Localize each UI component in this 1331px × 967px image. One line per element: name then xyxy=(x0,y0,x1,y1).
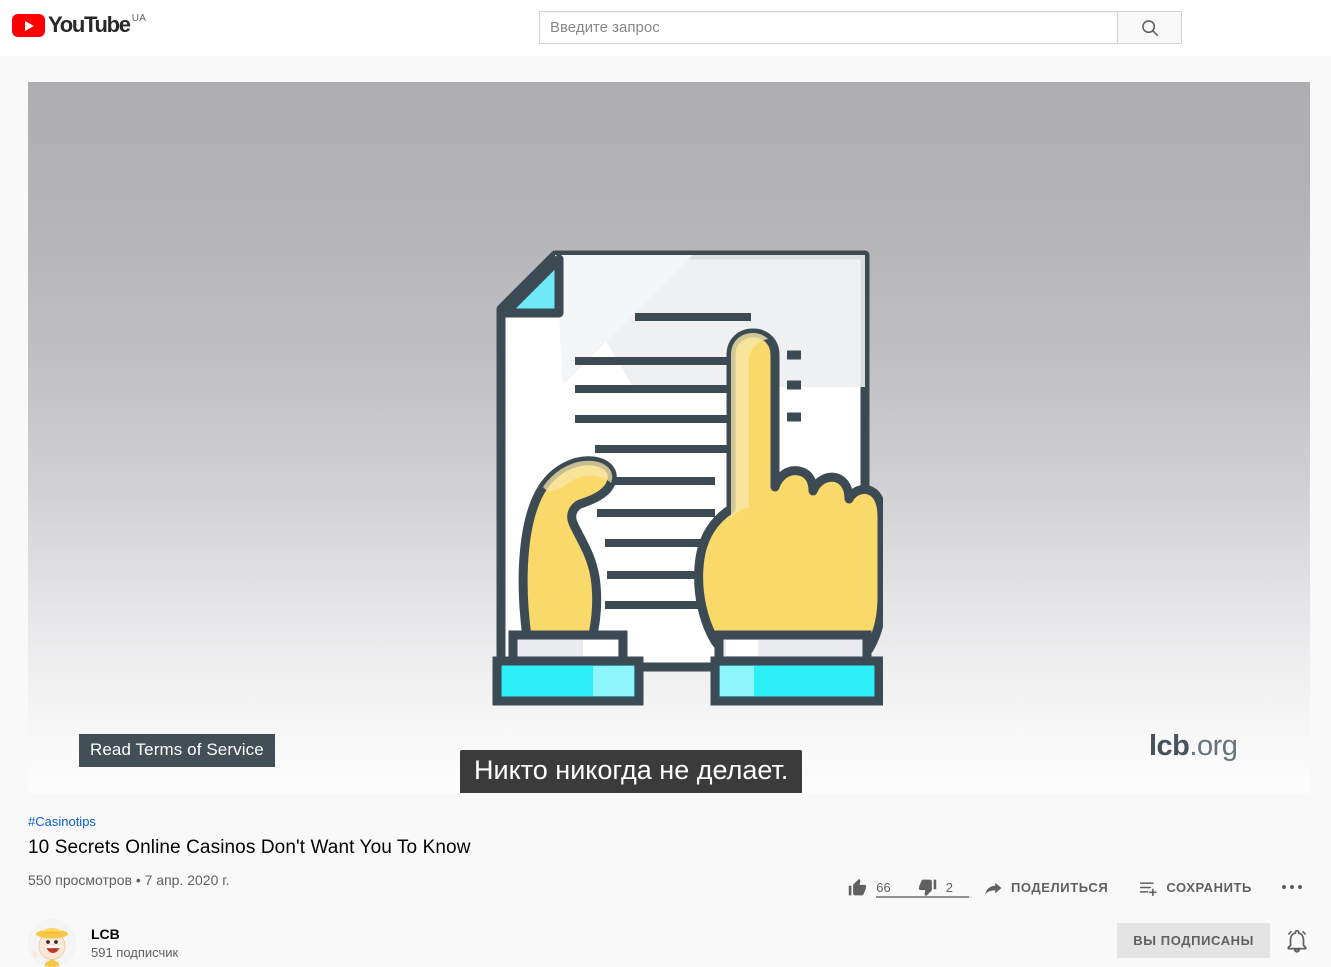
masthead: YouTube UA xyxy=(0,0,1331,56)
save-label: СОХРАНИТЬ xyxy=(1166,879,1252,895)
search-button[interactable] xyxy=(1117,11,1182,44)
share-button[interactable]: ПОДЕЛИТЬСЯ xyxy=(983,868,1108,906)
search-input[interactable] xyxy=(539,11,1117,44)
video-action-buttons: 66 2 ПОДЕЛИТЬСЯ СОХРАНИТЬ xyxy=(847,868,1310,906)
like-button[interactable]: 66 xyxy=(847,868,891,906)
video-illustration xyxy=(483,237,887,717)
avatar-icon xyxy=(28,918,76,967)
video-meta-row: 550 просмотров • 7 апр. 2020 г. 66 2 ПОД… xyxy=(28,872,1310,906)
video-caption-overlay: Read Terms of Service xyxy=(79,734,275,767)
save-button[interactable]: СОХРАНИТЬ xyxy=(1138,868,1252,906)
video-title: 10 Secrets Online Casinos Don't Want You… xyxy=(28,837,471,858)
more-actions-button[interactable] xyxy=(1274,868,1310,906)
dislike-button[interactable]: 2 xyxy=(917,868,953,906)
subscribed-button[interactable]: ВЫ ПОДПИСАНЫ xyxy=(1117,923,1270,958)
like-count: 66 xyxy=(876,879,891,895)
subtitle-caption: Никто никогда не делает. xyxy=(460,750,803,793)
thumbs-up-icon xyxy=(848,878,867,895)
like-ratio-fill xyxy=(876,896,970,898)
youtube-wordmark: YouTube xyxy=(48,12,131,37)
search-icon xyxy=(1141,19,1158,36)
video-info-section: #Casinotips 10 Secrets Online Casinos Do… xyxy=(28,813,1310,906)
channel-avatar[interactable] xyxy=(28,918,76,967)
watermark-tld: .org xyxy=(1189,730,1238,762)
lcb-watermark: lcb.org xyxy=(1149,730,1238,763)
video-hashtag-link[interactable]: #Casinotips xyxy=(28,814,96,829)
view-count-and-date: 550 просмотров • 7 апр. 2020 г. xyxy=(28,872,230,888)
more-dot xyxy=(1282,885,1286,889)
dislike-count: 2 xyxy=(945,879,953,895)
channel-name[interactable]: LCB xyxy=(91,926,178,942)
youtube-play-icon xyxy=(12,14,45,37)
thumbs-down-icon xyxy=(918,879,936,896)
search-bar xyxy=(539,11,1182,44)
video-player[interactable]: Read Terms of Service Никто никогда не д… xyxy=(28,82,1310,793)
notification-bell-icon xyxy=(1287,929,1307,953)
subscription-controls: ВЫ ПОДПИСАНЫ xyxy=(1117,923,1310,958)
channel-row: LCB 591 подписчик ВЫ ПОДПИСАНЫ xyxy=(28,918,1310,967)
notification-bell-button[interactable] xyxy=(1284,928,1310,954)
youtube-logo[interactable]: YouTube UA xyxy=(12,13,146,37)
youtube-country-code: UA xyxy=(131,13,147,24)
channel-info: LCB 591 подписчик xyxy=(91,926,178,960)
share-label: ПОДЕЛИТЬСЯ xyxy=(1010,879,1109,895)
more-dot xyxy=(1290,885,1294,889)
subscriber-count: 591 подписчик xyxy=(91,944,179,960)
playlist-add-icon xyxy=(1140,881,1158,896)
watermark-brand: lcb xyxy=(1149,730,1190,762)
like-ratio-bar xyxy=(876,896,972,898)
more-dot xyxy=(1298,885,1302,889)
share-arrow-icon xyxy=(985,882,1002,894)
